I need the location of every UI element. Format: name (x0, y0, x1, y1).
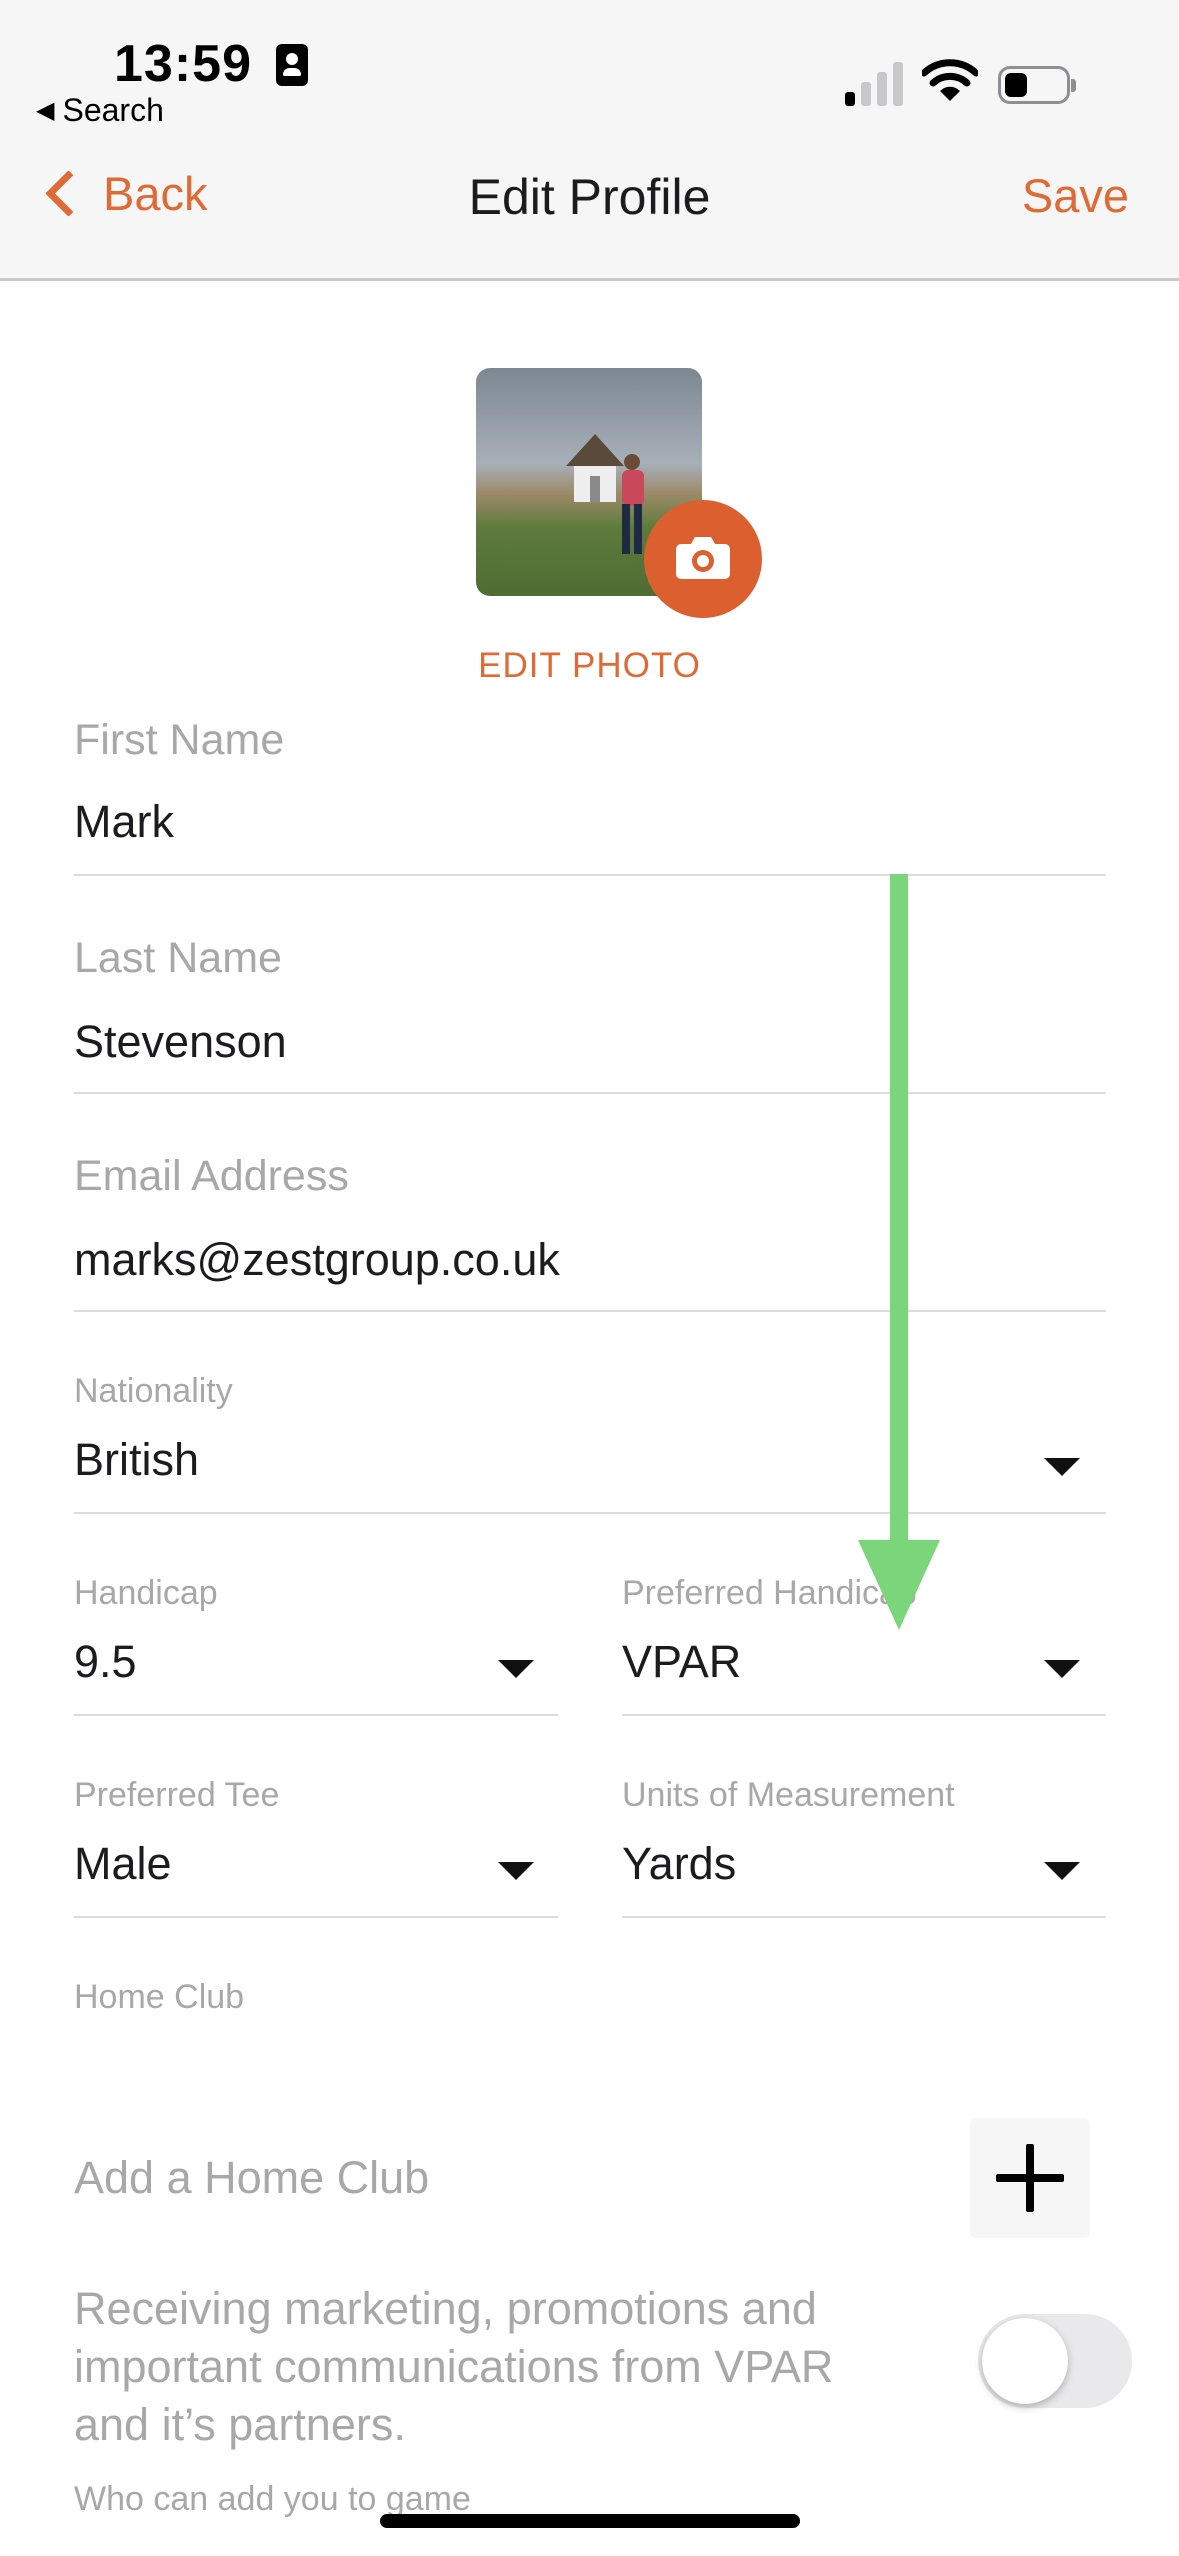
add-home-club-button[interactable] (970, 2118, 1090, 2238)
chevron-down-icon (498, 1862, 534, 1880)
divider (74, 1310, 1106, 1312)
annotation-arrow-icon (858, 874, 940, 1630)
chevron-down-icon (1044, 1862, 1080, 1880)
divider (74, 1512, 1106, 1514)
add-home-club-placeholder[interactable]: Add a Home Club (74, 2152, 429, 2204)
email-input[interactable]: marks@zestgroup.co.uk (74, 1234, 560, 1286)
back-to-app-label: Search (62, 92, 164, 128)
chevron-down-icon (1044, 1458, 1080, 1476)
nationality-select[interactable]: Nationality British (74, 1368, 1106, 1516)
units-select[interactable]: Units of Measurement Yards (622, 1772, 1106, 1920)
email-label: Email Address (74, 1152, 349, 1200)
first-name-input[interactable]: Mark (74, 796, 174, 848)
back-triangle-icon: ◀ (36, 97, 55, 124)
handicap-label: Handicap (74, 1574, 218, 1612)
preferred-handicap-value: VPAR (622, 1636, 742, 1687)
nationality-value: British (74, 1434, 200, 1485)
edit-photo-link[interactable]: EDIT PHOTO (0, 646, 1179, 686)
email-field[interactable]: Email Address marks@zestgroup.co.uk (74, 1150, 1106, 1318)
navigation-bar: 13:59 ◀ Search Back Edit Profile Save (0, 0, 1179, 281)
marketing-consent-text: Receiving marketing, promotions and impo… (74, 2283, 834, 2450)
toggle-knob (982, 2318, 1068, 2404)
back-to-app-link[interactable]: ◀ Search (36, 92, 164, 129)
first-name-label: First Name (74, 716, 285, 764)
last-name-field[interactable]: Last Name Stevenson (74, 932, 1106, 1100)
preferred-tee-select[interactable]: Preferred Tee Male (74, 1772, 558, 1920)
divider (622, 1916, 1106, 1918)
camera-icon (676, 537, 730, 579)
units-label: Units of Measurement (622, 1776, 955, 1814)
home-club-section: Home Club (74, 1974, 1106, 2034)
last-name-label: Last Name (74, 934, 282, 982)
chevron-left-icon (45, 170, 92, 217)
save-button[interactable]: Save (1022, 168, 1129, 223)
last-name-input[interactable]: Stevenson (74, 1016, 287, 1068)
home-indicator[interactable] (380, 2514, 800, 2528)
chevron-down-icon (498, 1660, 534, 1678)
change-photo-button[interactable] (644, 500, 762, 618)
back-button-label: Back (103, 167, 208, 220)
divider (74, 1092, 1106, 1094)
contact-card-icon (276, 44, 308, 86)
handicap-value: 9.5 (74, 1636, 137, 1687)
handicap-select[interactable]: Handicap 9.5 (74, 1570, 558, 1718)
preferred-tee-label: Preferred Tee (74, 1776, 280, 1814)
marketing-toggle[interactable] (978, 2314, 1132, 2408)
chevron-down-icon (1044, 1660, 1080, 1678)
nationality-label: Nationality (74, 1372, 233, 1410)
status-time: 13:59 (114, 35, 252, 93)
wifi-icon (922, 59, 978, 101)
battery-icon (998, 66, 1076, 104)
divider (74, 874, 1106, 876)
add-home-club-row[interactable]: Add a Home Club (74, 2148, 934, 2218)
units-value: Yards (622, 1838, 737, 1889)
back-button[interactable]: Back (38, 166, 208, 221)
first-name-field[interactable]: First Name Mark (74, 712, 1106, 880)
divider (622, 1714, 1106, 1716)
preferred-tee-value: Male (74, 1838, 172, 1889)
golfer-graphic (622, 454, 644, 554)
home-club-label: Home Club (74, 1978, 245, 2016)
divider (74, 1714, 558, 1716)
divider (74, 1916, 558, 1918)
cellular-signal-icon (845, 56, 903, 106)
